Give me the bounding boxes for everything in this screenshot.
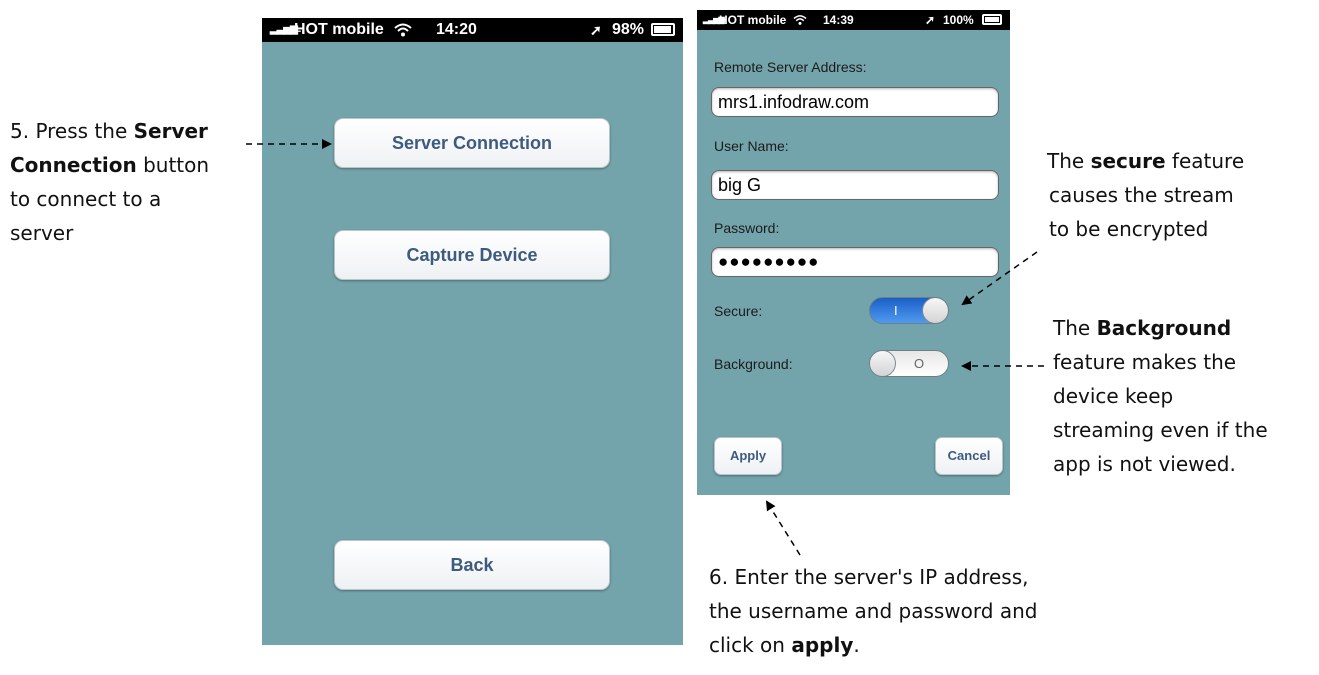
arrow-apply <box>765 500 801 556</box>
annotation-arrows <box>246 139 1044 556</box>
arrow-secure <box>961 251 1038 306</box>
